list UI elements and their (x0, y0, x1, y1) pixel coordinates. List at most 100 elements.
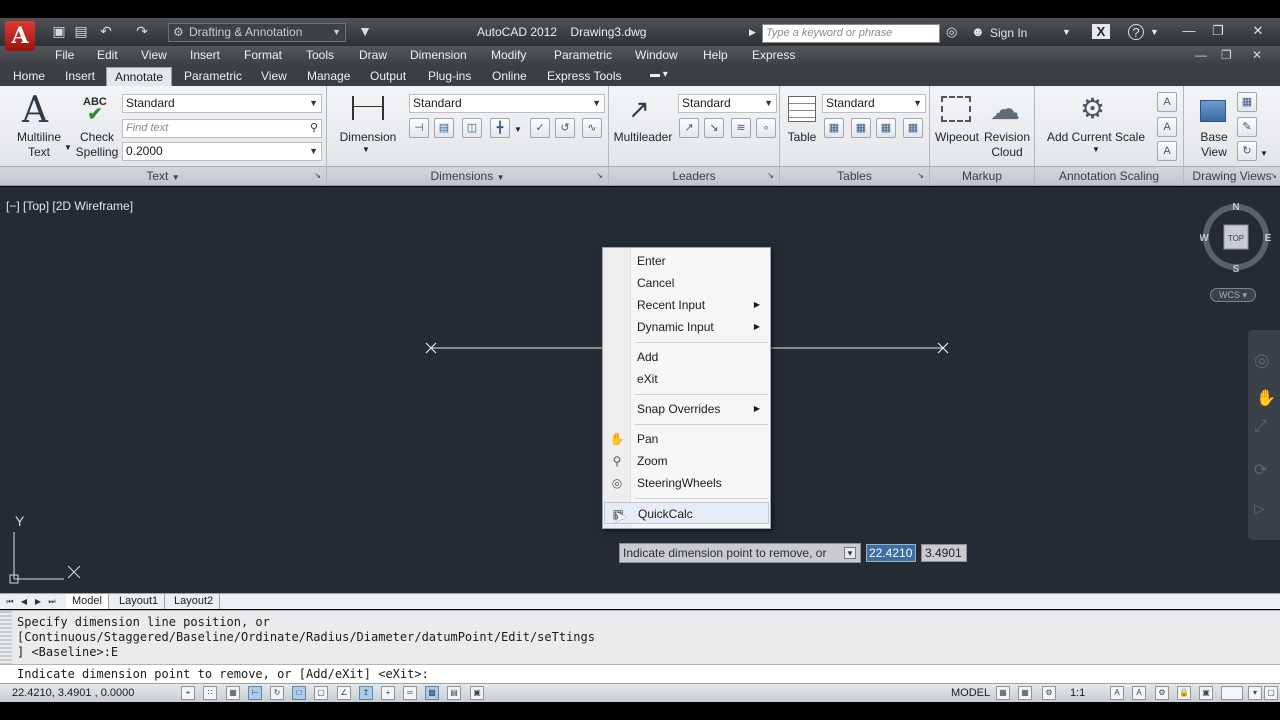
showmotion-icon[interactable]: ▷ (1254, 500, 1265, 517)
first-layout-icon[interactable]: ⏮ (4, 595, 16, 608)
menu-item-dynamic-input[interactable]: Dynamic Input ▶ (604, 316, 769, 338)
annotation-visibility-icon[interactable]: A (1110, 686, 1124, 700)
search-input[interactable]: Type a keyword or phrase (762, 24, 940, 43)
add-leader-icon[interactable]: ↗ (679, 118, 699, 138)
wipeout-button[interactable]: Wipeout (930, 130, 984, 145)
exchange-icon[interactable]: X (1092, 24, 1110, 39)
dimension-style-select[interactable]: Standard ▼ (409, 94, 605, 113)
grid-display-icon[interactable]: ▦ (226, 686, 240, 700)
update-view-dropdown-icon[interactable]: ▼ (1260, 146, 1268, 161)
continue-dropdown-icon[interactable]: ▼ (514, 122, 522, 137)
text-height-select[interactable]: 0.2000 ▼ (122, 142, 322, 161)
tab-output[interactable]: Output (370, 69, 406, 83)
menu-item-pan[interactable]: ✋ Pan (604, 428, 769, 450)
table-button[interactable]: Table (782, 130, 822, 145)
menu-modify[interactable]: Modify (491, 48, 526, 62)
last-layout-icon[interactable]: ⏭ (46, 595, 58, 608)
menu-item-quickcalc[interactable]: ▦ QuickCalc (604, 502, 769, 524)
multiline-text-button[interactable]: Multiline Text (10, 130, 68, 160)
previous-layout-icon[interactable]: ◀ (18, 595, 30, 608)
menu-item-zoom[interactable]: ⚲ Zoom (604, 450, 769, 472)
leaders-panel-title[interactable]: Leaders ↘ (609, 166, 779, 185)
infer-constraints-icon[interactable]: ⌖ (181, 686, 195, 700)
dynamic-ucs-icon[interactable]: ↥ (359, 686, 373, 700)
update-view-icon[interactable]: ↻ (1237, 141, 1257, 161)
check-spelling-button[interactable]: Check Spelling (70, 130, 124, 160)
auto-scale-icon[interactable]: A (1132, 686, 1146, 700)
menu-draw[interactable]: Draw (359, 48, 387, 62)
orbit-icon[interactable]: ⟳ (1254, 460, 1267, 480)
base-view-button[interactable]: Base View (1192, 130, 1236, 160)
find-text-input[interactable]: Find text ⚲ (122, 119, 322, 138)
tab-insert[interactable]: Insert (65, 69, 95, 83)
tables-panel-title[interactable]: Tables ↘ (780, 166, 929, 185)
isolate-objects-icon[interactable] (1221, 686, 1243, 700)
auto-scale-icon[interactable]: A (1157, 141, 1177, 161)
application-menu-button[interactable]: A (0, 18, 40, 54)
workspace-select[interactable]: ⚙ Drafting & Annotation ▼ (168, 23, 346, 42)
menu-parametric[interactable]: Parametric (554, 48, 612, 62)
jogged-linear-icon[interactable]: ∿ (582, 118, 602, 138)
menu-express[interactable]: Express (752, 48, 795, 62)
revision-cloud-button[interactable]: Revision Cloud (982, 130, 1032, 160)
quick-access-dropdown-icon[interactable]: ▼ (356, 22, 374, 40)
menu-view[interactable]: View (141, 48, 167, 62)
object-snap-tracking-icon[interactable]: ∠ (337, 686, 351, 700)
collect-leaders-icon[interactable]: ∘ (756, 118, 776, 138)
adjust-space-icon[interactable]: ▤ (434, 118, 454, 138)
tab-home[interactable]: Home (13, 69, 45, 83)
inspect-dimension-icon[interactable]: ◫ (462, 118, 482, 138)
doc-minimize-button[interactable]: — (1195, 48, 1207, 62)
menu-item-add[interactable]: Add (604, 346, 769, 368)
menu-item-snap-overrides[interactable]: Snap Overrides ▶ (604, 398, 769, 420)
menu-tools[interactable]: Tools (306, 48, 334, 62)
help-icon[interactable]: ? (1128, 24, 1144, 40)
toolbar-lock-icon[interactable]: 🔒 (1177, 686, 1191, 700)
save-as-icon[interactable]: ▤ (72, 22, 90, 40)
model-space-toggle[interactable]: MODEL (951, 687, 990, 699)
options-down-arrow-icon[interactable]: ▾ (844, 547, 856, 559)
coordinate-readout[interactable]: 22.4210, 3.4901 , 0.0000 (12, 687, 134, 699)
continue-dimension-icon[interactable]: ╋ (490, 118, 510, 138)
quick-view-layouts-icon[interactable]: ▦ (996, 686, 1010, 700)
extract-data-icon[interactable]: ▦ (824, 118, 844, 138)
snap-mode-icon[interactable]: ∷ (203, 686, 217, 700)
projected-view-icon[interactable]: ▦ (1237, 92, 1257, 112)
drawing-views-panel-title[interactable]: Drawing Views ↘ (1184, 166, 1280, 185)
dimensions-panel-title[interactable]: Dimensions ▼ ↘ (327, 166, 608, 185)
link-data-icon[interactable]: ▦ (851, 118, 871, 138)
tab-manage[interactable]: Manage (307, 69, 350, 83)
annotation-scaling-panel-title[interactable]: Annotation Scaling (1035, 166, 1183, 185)
ortho-mode-icon[interactable]: ⊢ (248, 686, 262, 700)
pan-hand-icon[interactable]: ✋ (1256, 388, 1276, 408)
transparency-icon[interactable]: ▩ (425, 686, 439, 700)
text-panel-title[interactable]: Text ▼ ↘ (0, 166, 326, 185)
lineweight-icon[interactable]: ═ (403, 686, 417, 700)
text-style-select[interactable]: Standard ▼ (122, 94, 322, 113)
expand-arrow-icon[interactable]: ▶ (749, 27, 756, 38)
layout-tab-layout1[interactable]: Layout1 (113, 594, 166, 609)
align-leaders-icon[interactable]: ≋ (731, 118, 751, 138)
restore-button[interactable]: ❐ (1205, 22, 1231, 40)
dialog-launcher-icon[interactable]: ↘ (596, 167, 603, 185)
close-button[interactable]: ✕ (1245, 22, 1271, 40)
steering-wheel-icon[interactable]: ◎ (1254, 350, 1270, 371)
break-dimension-icon[interactable]: ⊣ (409, 118, 429, 138)
menu-dimension[interactable]: Dimension (410, 48, 467, 62)
sign-in-dropdown-icon[interactable]: ▼ (1062, 27, 1071, 37)
markup-panel-title[interactable]: Markup (930, 166, 1034, 185)
doc-restore-button[interactable]: ❐ (1221, 48, 1232, 62)
download-data-icon[interactable]: ▦ (876, 118, 896, 138)
multileader-button[interactable]: Multileader (610, 130, 676, 145)
menu-help[interactable]: Help (703, 48, 728, 62)
menu-window[interactable]: Window (635, 48, 678, 62)
command-line-input[interactable]: Indicate dimension point to remove, or [… (0, 664, 1280, 683)
workspace-switching-icon[interactable]: ⚙ (1155, 686, 1169, 700)
dynamic-input-y-field[interactable]: 3.4901 (921, 544, 967, 562)
reassociate-icon[interactable]: ↺ (555, 118, 575, 138)
ribbon-options-icon[interactable]: ▬ ▾ (650, 69, 668, 80)
status-bar-menu-icon[interactable]: ▾ (1248, 686, 1262, 700)
sign-in-link[interactable]: Sign In (990, 26, 1027, 40)
dialog-launcher-icon[interactable]: ↘ (767, 167, 774, 185)
upload-data-icon[interactable]: ▦ (903, 118, 923, 138)
